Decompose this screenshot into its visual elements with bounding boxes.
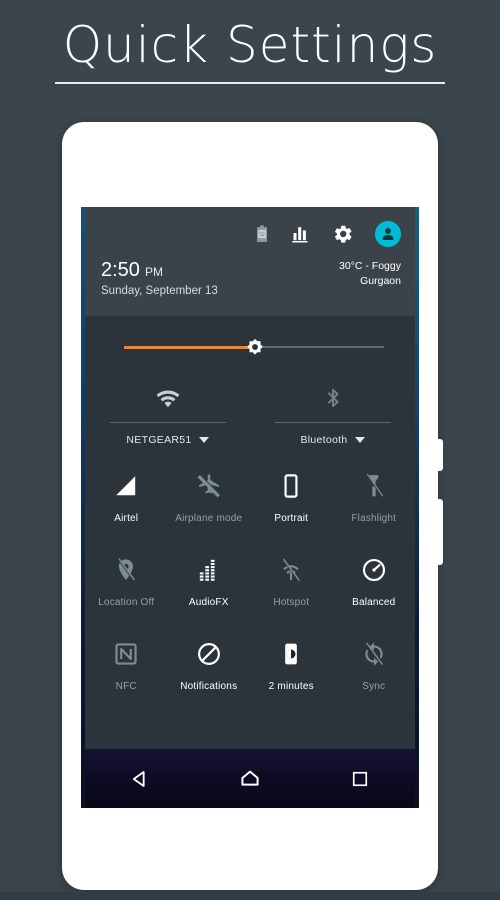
tile-label: Hotspot <box>273 597 310 608</box>
quick-settings-header: 2:50 PM Sunday, September 13 30°C - Fogg… <box>85 207 415 316</box>
tile-airtel[interactable]: Airtel <box>85 458 168 542</box>
brightness-slider[interactable] <box>85 316 415 378</box>
tile-label: Sync <box>362 681 386 692</box>
screen-edge-right <box>415 207 419 808</box>
tile-nfc[interactable]: NFC <box>85 626 168 710</box>
time-line: 2:50 PM <box>101 259 218 282</box>
page-title-block: Quick Settings <box>0 14 500 84</box>
performance-balanced-icon <box>356 552 392 588</box>
tile-balanced[interactable]: Balanced <box>333 542 416 626</box>
weather-conditions: 30°C - Foggy <box>339 260 401 272</box>
tile-label: NFC <box>115 681 137 692</box>
navigation-bar <box>85 749 415 808</box>
quick-settings-body: NETGEAR51 Bluetooth Airtel Airplane mode… <box>85 316 415 749</box>
connectivity-row: NETGEAR51 Bluetooth <box>85 378 415 458</box>
clock-weather-row: 2:50 PM Sunday, September 13 30°C - Fogg… <box>101 259 401 297</box>
bluetooth-label: Bluetooth <box>300 434 348 446</box>
tile-label: Balanced <box>352 597 396 608</box>
settings-gear-icon[interactable] <box>332 223 354 245</box>
wifi-ssid-label: NETGEAR51 <box>126 434 192 446</box>
brightness-thumb[interactable] <box>241 333 269 361</box>
signal-cellular-icon <box>108 468 144 504</box>
tile-notifications[interactable]: Notifications <box>168 626 251 710</box>
chevron-down-icon[interactable] <box>354 437 365 443</box>
weather-block[interactable]: 30°C - Foggy Gurgaon <box>339 259 401 289</box>
tile-label: Portrait <box>274 513 309 524</box>
brightness-fill <box>124 346 254 349</box>
tile-label: Airplane mode <box>175 513 243 524</box>
sync-off-icon <box>356 636 392 672</box>
phone-screen: 2:50 PM Sunday, September 13 30°C - Fogg… <box>81 207 419 808</box>
hotspot-off-icon <box>273 552 309 588</box>
power-button[interactable] <box>434 439 443 471</box>
tile-row: NFC Notifications 2 minutes Sync <box>85 626 415 710</box>
bluetooth-tile[interactable]: Bluetooth <box>250 378 415 458</box>
wifi-icon <box>154 382 182 414</box>
tile-flashlight[interactable]: Flashlight <box>333 458 416 542</box>
volume-button[interactable] <box>434 499 443 565</box>
user-avatar-icon[interactable] <box>375 221 401 247</box>
data-usage-icon[interactable] <box>291 224 311 244</box>
page-root: Quick Settings 2:50 PM Sunday, September… <box>0 0 500 900</box>
title-underline <box>55 82 445 84</box>
tile-label: Notifications <box>180 681 238 692</box>
home-icon[interactable] <box>227 759 273 799</box>
tile-airplane-mode[interactable]: Airplane mode <box>168 458 251 542</box>
chevron-down-icon[interactable] <box>198 437 209 443</box>
tile-grid: Airtel Airplane mode Portrait Flashlight… <box>85 458 415 710</box>
tile-audiofx[interactable]: AudioFX <box>168 542 251 626</box>
tile-label: Airtel <box>114 513 139 524</box>
wifi-label-row[interactable]: NETGEAR51 <box>126 434 209 446</box>
back-icon[interactable] <box>117 759 163 799</box>
bluetooth-off-icon <box>321 382 345 414</box>
wifi-divider <box>109 422 226 423</box>
audiofx-equalizer-icon <box>191 552 227 588</box>
bluetooth-divider <box>274 422 391 423</box>
screen-rotation-portrait-icon <box>273 468 309 504</box>
flashlight-off-icon <box>356 468 392 504</box>
tile-portrait[interactable]: Portrait <box>250 458 333 542</box>
tile-row: Location Off AudioFX Hotspot Balanced <box>85 542 415 626</box>
battery-icon[interactable] <box>254 225 270 243</box>
clock-block[interactable]: 2:50 PM Sunday, September 13 <box>101 259 218 297</box>
wifi-tile[interactable]: NETGEAR51 <box>85 378 250 458</box>
header-icon-row <box>254 221 401 247</box>
date-value: Sunday, September 13 <box>101 285 218 297</box>
time-ampm: PM <box>144 265 163 279</box>
tile-row: Airtel Airplane mode Portrait Flashlight <box>85 458 415 542</box>
tile-sync[interactable]: Sync <box>333 626 416 710</box>
tile-label: 2 minutes <box>268 681 314 692</box>
tile-screen-timeout[interactable]: 2 minutes <box>250 626 333 710</box>
location-off-icon <box>108 552 144 588</box>
page-title: Quick Settings <box>62 16 438 74</box>
recents-icon[interactable] <box>337 759 383 799</box>
tile-label: Flashlight <box>351 513 397 524</box>
tile-hotspot[interactable]: Hotspot <box>250 542 333 626</box>
notifications-block-icon <box>191 636 227 672</box>
tile-label: Location Off <box>98 597 155 608</box>
airplane-mode-off-icon <box>191 468 227 504</box>
bluetooth-label-row[interactable]: Bluetooth <box>300 434 365 446</box>
tile-label: AudioFX <box>188 597 229 608</box>
time-value: 2:50 <box>101 259 140 281</box>
bottom-strip <box>0 892 500 900</box>
screen-timeout-icon <box>273 636 309 672</box>
weather-location: Gurgaon <box>360 275 401 287</box>
nfc-icon <box>108 636 144 672</box>
tile-location[interactable]: Location Off <box>85 542 168 626</box>
